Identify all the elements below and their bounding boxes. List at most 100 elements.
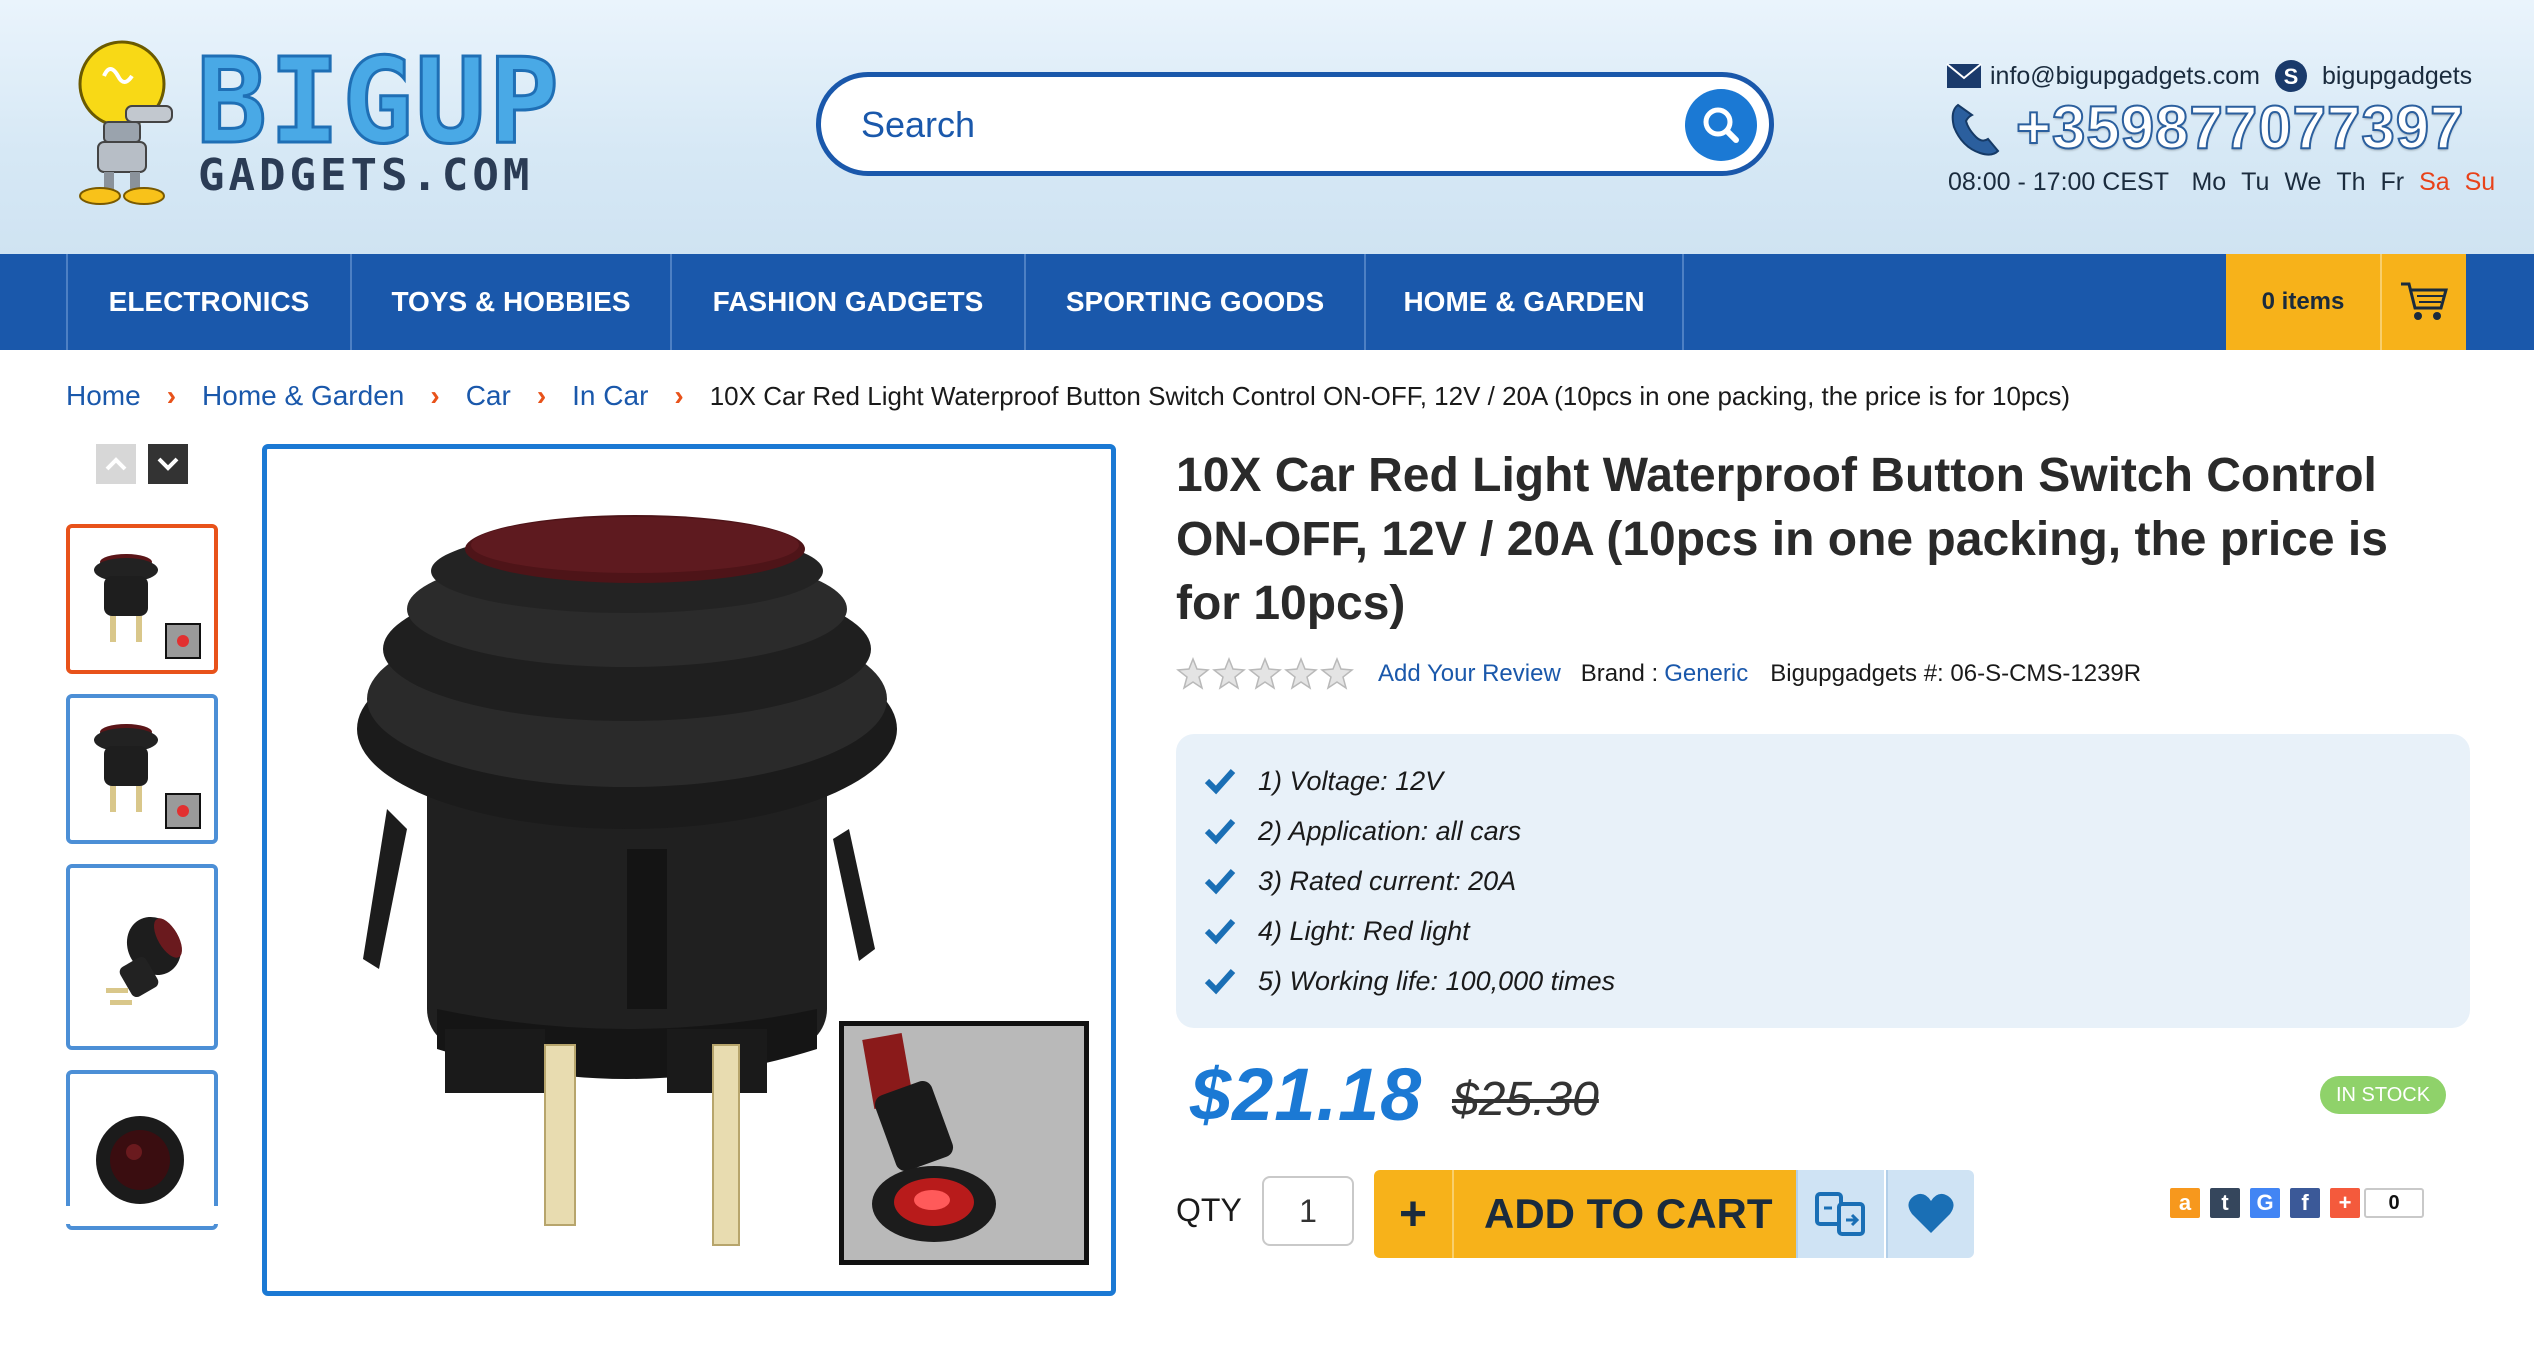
day-label: We [2284, 168, 2322, 196]
contact-info: info@bigupgadgets.com S bigupgadgets +35… [1946, 52, 2495, 212]
chevron-up-icon [105, 457, 127, 471]
lit-switch-inset-image [844, 1026, 1084, 1260]
switch-thumbnail-image [94, 554, 201, 659]
product-main-image[interactable] [262, 444, 1116, 1296]
day-label: Th [2336, 168, 2366, 196]
share-bar: a t G f + 0 [2170, 1188, 2424, 1218]
nav-item-toys-hobbies[interactable]: TOYS & HOBBIES [350, 254, 670, 350]
checkmark-icon [1204, 818, 1236, 845]
heart-icon [1908, 1193, 1954, 1233]
plus-icon: + [1374, 1170, 1454, 1258]
search-button[interactable] [1685, 89, 1757, 161]
product-price: $21.18 [1190, 1053, 1423, 1136]
spec-item: 4) Light: Red light [1204, 906, 2470, 956]
day-label-weekend: Sa [2419, 168, 2450, 196]
brand-label: Brand : [1580, 660, 1659, 687]
quantity-input[interactable] [1262, 1176, 1354, 1246]
star-empty-icon [1320, 657, 1354, 690]
breadcrumb-in-car[interactable]: In Car [572, 380, 648, 412]
chevron-down-icon [157, 457, 179, 471]
checkmark-icon [1204, 918, 1236, 945]
search-icon [1703, 107, 1739, 143]
more-share-icon[interactable]: + [2330, 1188, 2360, 1218]
nav-item-label: ELECTRONICS [108, 286, 310, 317]
nav-item-electronics[interactable]: ELECTRONICS [66, 254, 350, 350]
breadcrumb-home-garden[interactable]: Home & Garden [202, 380, 404, 412]
nav-item-label: HOME & GARDEN [1403, 286, 1645, 317]
star-empty-icon [1248, 657, 1282, 690]
skype-icon: S [2275, 60, 2307, 92]
facebook-share-icon[interactable]: f [2290, 1188, 2320, 1218]
phone-icon [1951, 103, 2000, 156]
breadcrumb-separator: › [536, 380, 547, 411]
lit-switch-inset [839, 1021, 1089, 1265]
breadcrumb: Home › Home & Garden › Car › In Car › 10… [66, 376, 2070, 416]
phone-line: +359877077397 [1946, 92, 2464, 162]
contact-skype-link[interactable]: bigupgadgets [2322, 62, 2472, 91]
star-empty-icon [1176, 657, 1210, 690]
product-specs: 1) Voltage: 12V 2) Application: all cars… [1176, 734, 2470, 1028]
breadcrumb-current: 10X Car Red Light Waterproof Button Swit… [709, 380, 2071, 411]
wishlist-button[interactable] [1886, 1170, 1974, 1258]
compare-button[interactable] [1796, 1170, 1884, 1258]
contact-line: info@bigupgadgets.com S bigupgadgets [1946, 58, 2472, 94]
tumblr-share-icon[interactable]: t [2210, 1188, 2240, 1218]
cart-count: 0 items [2226, 254, 2382, 350]
nav-item-fashion-gadgets[interactable]: FASHION GADGETS [670, 254, 1024, 350]
shopping-cart-icon [2401, 282, 2448, 320]
thumbnail-scroll-up-button[interactable] [96, 444, 136, 484]
cart-icon-wrap [2382, 254, 2466, 350]
spec-item: 1) Voltage: 12V [1204, 756, 2470, 806]
spec-item: 5) Working life: 100,000 times [1204, 956, 2470, 1006]
product-old-price: $25.30 [1452, 1073, 1599, 1126]
search-input[interactable] [861, 99, 1621, 151]
day-label: Mo [2191, 168, 2227, 196]
brand-link[interactable]: Generic [1664, 660, 1748, 688]
product-title: 10X Car Red Light Waterproof Button Swit… [1176, 449, 2388, 630]
stock-badge: IN STOCK [2320, 1076, 2446, 1114]
add-review-link[interactable]: Add Your Review [1378, 660, 1561, 688]
checkmark-icon [1204, 768, 1236, 795]
compare-icon [1815, 1192, 1865, 1236]
hours-text: 08:00 - 17:00 CEST [1948, 168, 2169, 196]
phone-number[interactable]: +359877077397 [2015, 93, 2464, 162]
amazon-share-icon[interactable]: a [2170, 1188, 2200, 1218]
spec-text: 1) Voltage: 12V [1258, 765, 1444, 796]
day-label: Fr [2380, 168, 2405, 196]
product-thumbnail[interactable] [66, 524, 218, 674]
thumbnail-scroll-down-button[interactable] [148, 444, 188, 484]
svg-text:S: S [2284, 64, 2299, 89]
spec-item: 2) Application: all cars [1204, 806, 2470, 856]
logo-word-bigup: BIGUP [194, 32, 562, 170]
switch-thumbnail-image [94, 724, 201, 829]
product-thumbnail[interactable] [66, 694, 218, 844]
star-empty-icon [1284, 657, 1318, 690]
breadcrumb-home[interactable]: Home [66, 380, 141, 412]
breadcrumb-car[interactable]: Car [466, 380, 511, 412]
nav-item-label: FASHION GADGETS [712, 286, 984, 317]
product-thumbnail[interactable] [66, 864, 218, 1050]
nav-item-home-garden[interactable]: HOME & GARDEN [1364, 254, 1684, 350]
business-hours: 08:00 - 17:00 CEST Mo Tu We Th Fr Sa Su [1948, 168, 2495, 197]
spec-text: 2) Application: all cars [1258, 815, 1522, 846]
nav-item-sporting-goods[interactable]: SPORTING GOODS [1024, 254, 1364, 350]
product-meta: Add Your Review Brand : Generic Bigupgad… [1176, 654, 2141, 694]
product-sku: Bigupgadgets #: 06-S-CMS-1239R [1770, 660, 2142, 687]
spec-item: 3) Rated current: 20A [1204, 856, 2470, 906]
google-share-icon[interactable]: G [2250, 1188, 2280, 1218]
site-header: BIGUP GADGETS.COM info@bigupgadgets.com … [0, 0, 2534, 254]
day-label-weekend: Su [2464, 168, 2496, 196]
site-logo[interactable]: BIGUP GADGETS.COM [64, 36, 604, 206]
main-navigation: ELECTRONICS TOYS & HOBBIES FASHION GADGE… [0, 254, 2534, 350]
contact-email-link[interactable]: info@bigupgadgets.com [1990, 62, 2260, 91]
thumbnail-overflow-mask [60, 1206, 230, 1224]
cart-button[interactable]: 0 items [2226, 254, 2466, 350]
spec-text: 3) Rated current: 20A [1258, 865, 1517, 896]
nav-item-label: SPORTING GOODS [1065, 286, 1325, 317]
lightbulb-mascot-icon [78, 40, 173, 205]
share-count: 0 [2364, 1188, 2424, 1218]
thumbnail-arrows [96, 444, 200, 484]
add-to-cart-button[interactable]: + ADD TO CART [1374, 1170, 1796, 1258]
logo-word-gadgets: GADGETS.COM [198, 150, 534, 201]
add-to-cart-label: ADD TO CART [1484, 1190, 1773, 1237]
